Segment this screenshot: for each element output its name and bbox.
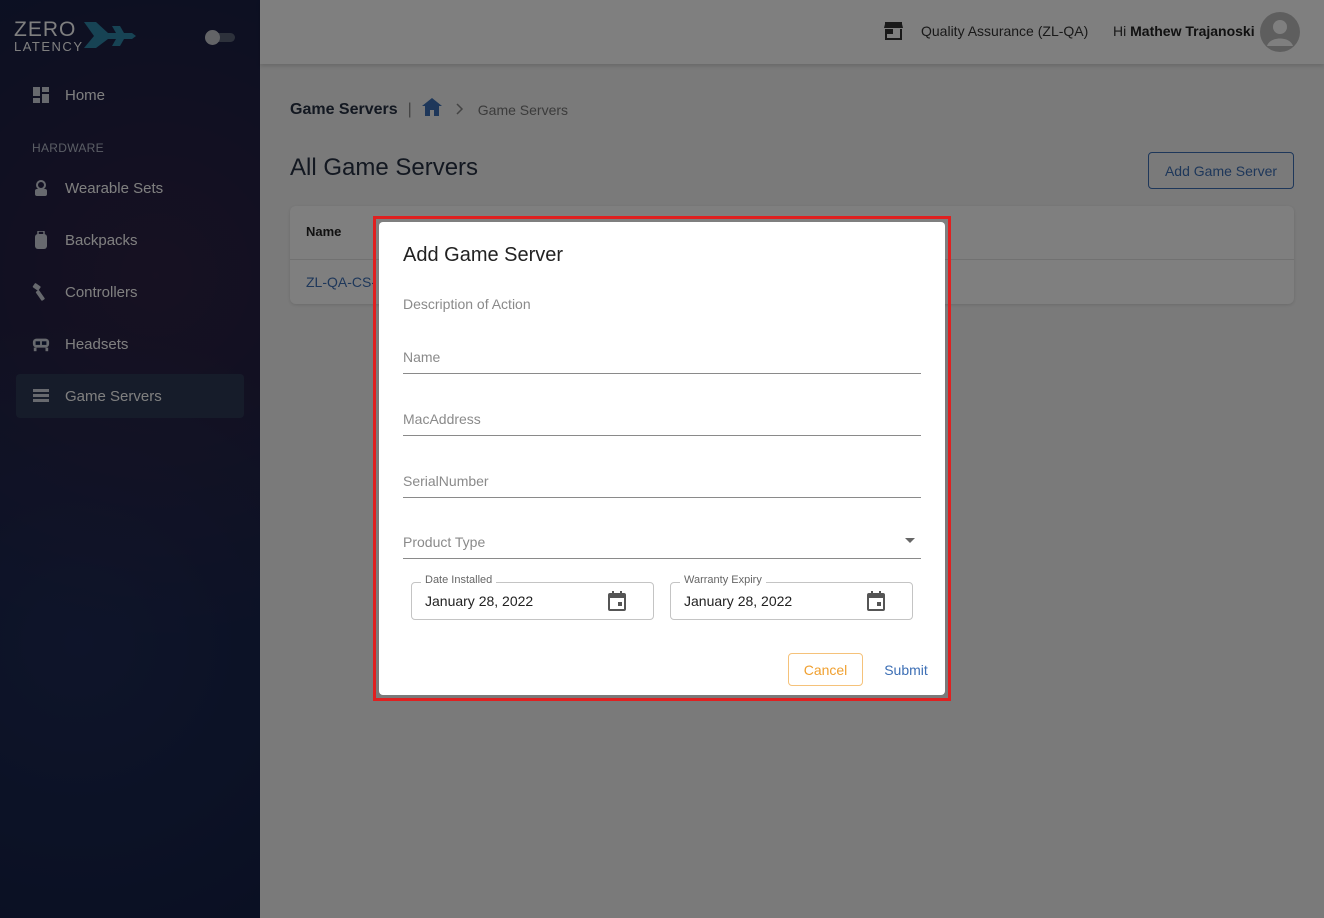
submit-button[interactable]: Submit	[875, 653, 937, 686]
warranty-expiry-label: Warranty Expiry	[680, 574, 766, 586]
dropdown-arrow-icon	[905, 538, 915, 543]
warranty-expiry-value: January 28, 2022	[684, 593, 793, 609]
cancel-button[interactable]: Cancel	[788, 653, 863, 686]
mac-address-input[interactable]	[403, 405, 921, 433]
dialog-title: Add Game Server	[403, 244, 564, 266]
dialog-description: Description of Action	[403, 296, 531, 312]
calendar-icon[interactable]	[867, 591, 885, 616]
mac-address-field	[403, 405, 921, 436]
calendar-icon[interactable]	[608, 591, 626, 616]
name-field	[403, 343, 921, 374]
serial-number-field	[403, 467, 921, 498]
serial-number-input[interactable]	[403, 467, 921, 495]
add-game-server-dialog: Add Game Server Description of Action Pr…	[379, 222, 945, 695]
name-input[interactable]	[403, 343, 921, 371]
date-installed-label: Date Installed	[421, 574, 497, 586]
date-installed-picker[interactable]: Date Installed January 28, 2022	[411, 574, 654, 620]
date-installed-value: January 28, 2022	[425, 593, 534, 609]
product-type-select[interactable]: Product Type	[403, 528, 921, 559]
product-type-label: Product Type	[403, 534, 486, 550]
warranty-expiry-picker[interactable]: Warranty Expiry January 28, 2022	[670, 574, 913, 620]
